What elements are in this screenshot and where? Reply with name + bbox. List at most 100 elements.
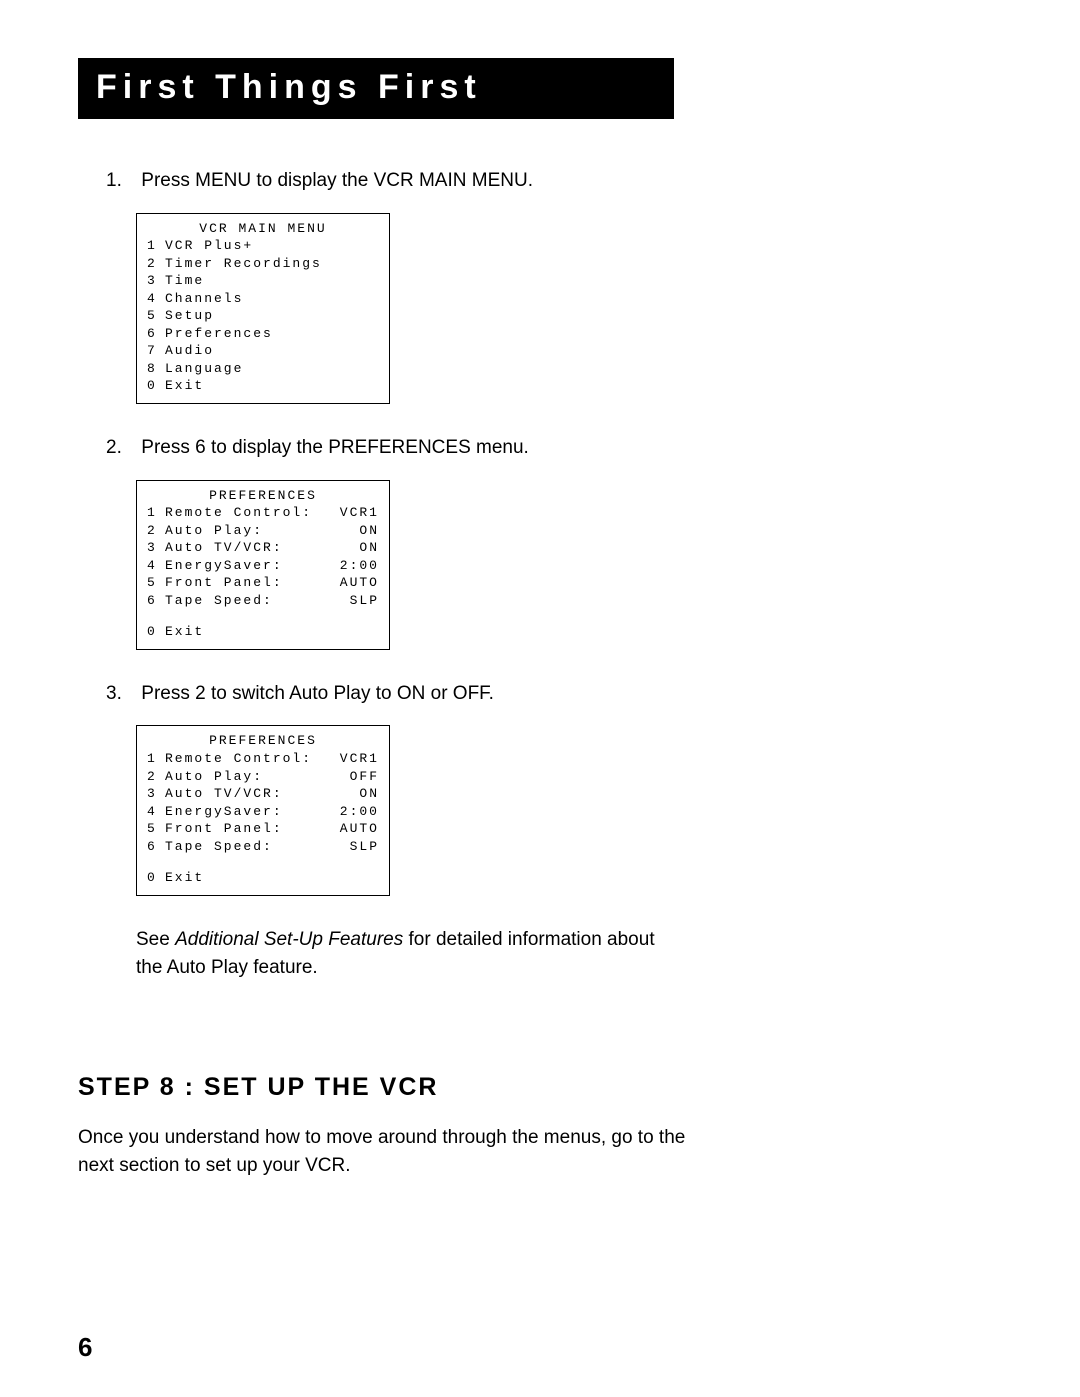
step-1: 1. Press MENU to display the VCR MAIN ME…: [106, 167, 1002, 195]
menu-item-number: 0: [147, 623, 165, 641]
step-3: 3. Press 2 to switch Auto Play to ON or …: [106, 680, 1002, 708]
menu-exit: 0Exit: [147, 623, 379, 641]
step-text: Press 6 to display the PREFERENCES menu.: [141, 437, 529, 458]
menu-item-value: ON: [351, 785, 379, 803]
menu-item-value: SLP: [342, 592, 379, 610]
menu-item: 1Remote Control: VCR1: [147, 504, 379, 522]
menu-item: 6Preferences: [147, 325, 379, 343]
step8-body: Once you understand how to move around t…: [78, 1124, 698, 1181]
menu-item-label: EnergySaver:: [165, 803, 283, 821]
menu-title: PREFERENCES: [147, 487, 379, 505]
menu-item-label: Tape Speed:: [165, 838, 273, 856]
menu-item-number: 1: [147, 504, 165, 522]
menu-item-label: Timer Recordings: [165, 255, 322, 273]
vcr-main-menu-screen: VCR MAIN MENU 1VCR Plus+ 2Timer Recordin…: [136, 213, 390, 404]
menu-item: 5Front Panel:AUTO: [147, 820, 379, 838]
see-note: See Additional Set-Up Features for detai…: [136, 926, 676, 983]
step8-heading: STEP 8 : SET UP THE VCR: [78, 1073, 1002, 1102]
manual-page: First Things First 1. Press MENU to disp…: [0, 0, 1080, 1397]
menu-item-label: Channels: [165, 290, 243, 308]
menu-item: 5Setup: [147, 307, 379, 325]
menu-item: 7Audio: [147, 342, 379, 360]
menu-item-value: AUTO: [332, 820, 379, 838]
menu-item: 6Tape Speed: SLP: [147, 838, 379, 856]
menu-item-number: 3: [147, 272, 165, 290]
menu-item-value: VCR1: [332, 750, 379, 768]
menu-title: VCR MAIN MENU: [147, 220, 379, 238]
menu-item-label: Front Panel:: [165, 574, 283, 592]
menu-item-number: 4: [147, 290, 165, 308]
menu-item: 2Auto Play: OFF: [147, 768, 379, 786]
menu-item-label: Auto TV/VCR:: [165, 785, 283, 803]
menu-item-value: VCR1: [332, 504, 379, 522]
menu-item-value: ON: [351, 522, 379, 540]
menu-title: PREFERENCES: [147, 732, 379, 750]
menu-item: 1Remote Control: VCR1: [147, 750, 379, 768]
menu-item: 3Time: [147, 272, 379, 290]
menu-item-label: Remote Control:: [165, 750, 312, 768]
menu-item-label: Setup: [165, 307, 214, 325]
menu-exit: 0Exit: [147, 869, 379, 887]
menu-item-label: Front Panel:: [165, 820, 283, 838]
menu-item-number: 0: [147, 869, 165, 887]
menu-item-label: Exit: [165, 869, 204, 887]
menu-item-number: 2: [147, 522, 165, 540]
chapter-title: First Things First: [78, 58, 674, 119]
menu-item: 1VCR Plus+: [147, 237, 379, 255]
preferences-menu-screen-off: PREFERENCES 1Remote Control: VCR1 2Auto P…: [136, 725, 390, 895]
menu-item: 3Auto TV/VCR: ON: [147, 539, 379, 557]
menu-item: 2Auto Play: ON: [147, 522, 379, 540]
menu-item: 6Tape Speed: SLP: [147, 592, 379, 610]
menu-item: 4Channels: [147, 290, 379, 308]
menu-item-number: 4: [147, 803, 165, 821]
menu-item: 0Exit: [147, 377, 379, 395]
menu-item-label: Preferences: [165, 325, 273, 343]
step-number: 3.: [106, 680, 136, 708]
step-text: Press MENU to display the VCR MAIN MENU.: [141, 170, 533, 191]
menu-item: 3Auto TV/VCR: ON: [147, 785, 379, 803]
menu-item-value: 2:00: [332, 557, 379, 575]
menu-item-number: 1: [147, 237, 165, 255]
menu-item-number: 1: [147, 750, 165, 768]
menu-item: 5Front Panel: AUTO: [147, 574, 379, 592]
menu-item: 4EnergySaver: 2:00: [147, 557, 379, 575]
menu-item-number: 7: [147, 342, 165, 360]
step-number: 2.: [106, 434, 136, 462]
menu-item-label: Auto Play:: [165, 522, 263, 540]
menu-item-label: Time: [165, 272, 204, 290]
menu-item-label: Audio: [165, 342, 214, 360]
menu-item-label: Remote Control:: [165, 504, 312, 522]
menu-item-number: 5: [147, 574, 165, 592]
menu-item: 8Language: [147, 360, 379, 378]
menu-item-number: 6: [147, 592, 165, 610]
step-text: Press 2 to switch Auto Play to ON or OFF…: [141, 683, 494, 704]
menu-item-label: Exit: [165, 377, 204, 395]
menu-item: 4EnergySaver: 2:00: [147, 803, 379, 821]
menu-item-number: 2: [147, 768, 165, 786]
menu-item-value: ON: [351, 539, 379, 557]
menu-item-label: Auto Play:: [165, 768, 263, 786]
preferences-menu-screen-on: PREFERENCES 1Remote Control: VCR1 2Auto P…: [136, 480, 390, 650]
page-number: 6: [78, 1332, 92, 1363]
menu-item-value: AUTO: [332, 574, 379, 592]
menu-item: 2Timer Recordings: [147, 255, 379, 273]
step-2: 2. Press 6 to display the PREFERENCES me…: [106, 434, 1002, 462]
menu-item-value: 2:00: [332, 803, 379, 821]
note-italic: Additional Set-Up Features: [175, 929, 403, 950]
menu-item-number: 4: [147, 557, 165, 575]
menu-item-label: Tape Speed:: [165, 592, 273, 610]
menu-item-value: OFF: [342, 768, 379, 786]
menu-item-label: EnergySaver:: [165, 557, 283, 575]
menu-item-value: SLP: [342, 838, 379, 856]
step-number: 1.: [106, 167, 136, 195]
note-prefix: See: [136, 929, 175, 950]
menu-item-number: 6: [147, 838, 165, 856]
menu-item-label: Language: [165, 360, 243, 378]
menu-item-number: 6: [147, 325, 165, 343]
menu-item-number: 0: [147, 377, 165, 395]
menu-item-label: Auto TV/VCR:: [165, 539, 283, 557]
menu-item-number: 3: [147, 539, 165, 557]
menu-item-number: 2: [147, 255, 165, 273]
menu-item-number: 3: [147, 785, 165, 803]
menu-item-label: Exit: [165, 623, 204, 641]
